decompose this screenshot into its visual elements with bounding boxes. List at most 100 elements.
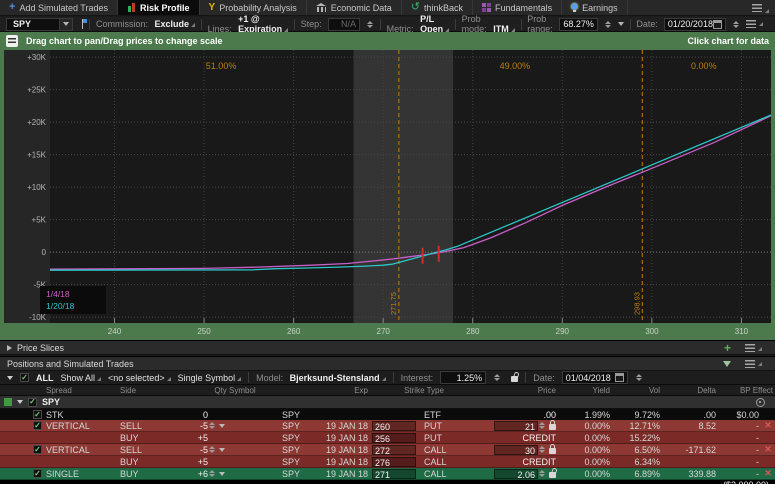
col-delta[interactable]: Delta <box>662 385 718 395</box>
spread-cell[interactable]: STK <box>44 409 118 420</box>
positions-header[interactable]: Positions and Simulated Trades <box>0 356 775 371</box>
position-row-single[interactable]: ✓ SINGLE BUY +6 SPY 19 JAN 18 271 CALL 2.06 0.00%… <box>0 468 775 480</box>
exp-cell[interactable]: 19 JAN 18 <box>302 420 370 431</box>
qty-caret-icon[interactable] <box>219 471 225 476</box>
prob-range-stepper[interactable] <box>604 20 612 28</box>
prob-range-dropdown-icon[interactable] <box>617 22 624 26</box>
add-slice-icon[interactable]: + <box>724 342 731 354</box>
calendar-icon[interactable] <box>712 19 722 29</box>
symbol-selector[interactable]: SPY <box>6 17 73 31</box>
qty-stepper[interactable] <box>208 470 216 477</box>
menu-icon[interactable] <box>745 359 755 368</box>
col-qty-symbol[interactable]: Qty Symbol <box>168 385 302 395</box>
exp-cell[interactable]: 19 JAN 18 <box>302 432 370 443</box>
type-cell[interactable]: ETF <box>422 409 478 420</box>
spread-cell[interactable]: SINGLE <box>44 468 118 479</box>
qty-cell[interactable]: +5 <box>168 432 240 443</box>
expand-arrow-icon[interactable] <box>7 375 13 380</box>
commission-dropdown[interactable]: Commission: Exclude <box>96 19 196 29</box>
row-checkbox[interactable]: ✓ <box>33 445 42 454</box>
row-checkbox[interactable]: ✓ <box>33 469 42 478</box>
price-cell[interactable]: CREDIT <box>478 456 558 467</box>
strike-cell[interactable]: 260 <box>370 420 422 431</box>
qty-cell[interactable]: +5 <box>168 456 240 467</box>
qty-cell[interactable]: +6 <box>168 468 240 479</box>
spread-cell[interactable]: VERTICAL <box>44 444 118 455</box>
position-row-buy[interactable]: BUY +5 SPY 19 JAN 18 276 CALL CREDIT 0.00% 6.34%… <box>0 456 775 468</box>
lock-open-icon[interactable] <box>511 376 519 382</box>
strike-cell[interactable] <box>370 409 422 420</box>
side-cell[interactable]: SELL <box>118 420 168 431</box>
price-cell[interactable]: .00 <box>478 409 558 420</box>
remove-icon[interactable]: ✕ <box>764 420 772 431</box>
model-dropdown[interactable]: Model: Bjerksund-Stensland <box>256 373 386 383</box>
price-slices-header[interactable]: Price Slices + <box>0 340 775 355</box>
price-stepper[interactable] <box>538 446 546 453</box>
col-exp[interactable]: Exp <box>302 385 370 395</box>
strike-cell[interactable]: 271 <box>370 468 422 479</box>
lines-dropdown[interactable]: Lines: +1 @ Expiration <box>208 14 289 34</box>
group-checkbox[interactable]: ✓ <box>28 397 37 407</box>
qty-cell[interactable]: 0 <box>168 409 240 420</box>
qty-cell[interactable]: -5 <box>168 420 240 431</box>
price-value[interactable]: 21 <box>494 420 538 431</box>
lock-open-icon[interactable] <box>549 472 556 478</box>
qty-caret-icon[interactable] <box>219 447 225 452</box>
price-value[interactable]: 30 <box>494 444 538 455</box>
price-value[interactable]: 2.06 <box>494 468 538 479</box>
step-stepper[interactable] <box>366 20 374 28</box>
row-checkbox[interactable]: ✓ <box>33 421 42 430</box>
select-all-checkbox[interactable]: ✓ <box>20 373 29 382</box>
interest-input[interactable]: 1.25% <box>440 371 487 384</box>
side-cell[interactable]: SELL <box>118 444 168 455</box>
calendar-icon[interactable] <box>614 373 624 382</box>
type-cell[interactable]: PUT <box>422 432 478 443</box>
qty-stepper[interactable] <box>208 422 216 429</box>
row-checkbox[interactable]: ✓ <box>33 410 42 419</box>
interest-stepper[interactable] <box>493 374 501 381</box>
position-row-buy[interactable]: BUY +5 SPY 19 JAN 18 256 PUT CREDIT 0.00% 15.22%… <box>0 432 775 444</box>
remove-cell[interactable]: ✕ <box>761 444 775 455</box>
metric-dropdown[interactable]: Metric: P/L Open <box>387 14 450 34</box>
remove-icon[interactable]: ✕ <box>764 444 772 455</box>
qty-cell[interactable]: -5 <box>168 444 240 455</box>
strike-cell[interactable]: 272 <box>370 444 422 455</box>
price-cell[interactable]: 2.06 <box>478 468 558 479</box>
price-stepper[interactable] <box>538 422 546 429</box>
tab-risk-profile[interactable]: Risk Profile <box>118 0 200 15</box>
tab-economic-data[interactable]: Economic Data <box>307 0 402 15</box>
type-cell[interactable]: CALL <box>422 456 478 467</box>
lock-icon[interactable] <box>549 444 556 454</box>
symbol-mode-dropdown[interactable]: Single Symbol <box>178 373 242 383</box>
price-cell[interactable]: CREDIT <box>478 432 558 443</box>
prob-mode-dropdown[interactable]: Prob mode: ITM <box>462 14 515 34</box>
price-cell[interactable]: 30 <box>478 444 558 455</box>
date-input[interactable]: 01/20/2018 <box>663 17 726 31</box>
type-cell[interactable]: CALL <box>422 444 478 455</box>
menu-icon[interactable] <box>746 20 756 28</box>
tab-probability-analysis[interactable]: Y Probability Analysis <box>200 0 307 15</box>
tab-earnings[interactable]: Earnings <box>562 0 628 15</box>
exp-cell[interactable] <box>302 409 370 420</box>
remove-cell[interactable]: ✕ <box>761 420 775 431</box>
spread-cell[interactable]: VERTICAL <box>44 420 118 431</box>
col-bp-effect[interactable]: BP Effect <box>718 385 775 395</box>
lock-icon[interactable] <box>549 420 556 430</box>
col-price[interactable]: Price <box>478 385 558 395</box>
positions-date-input[interactable]: 01/04/2018 <box>561 371 628 384</box>
strike-cell[interactable]: 276 <box>370 456 422 467</box>
col-side[interactable]: Side <box>118 385 168 395</box>
price-stepper[interactable] <box>538 470 546 477</box>
position-row-stk[interactable]: ✓ STK 0 SPY ETF .00 1.99% 9.72% .00 $0.00 <box>0 409 775 420</box>
positions-date-stepper[interactable] <box>635 374 643 381</box>
date-stepper[interactable] <box>732 20 740 28</box>
menu-icon[interactable] <box>745 343 755 352</box>
tab-thinkback[interactable]: ↺ thinkBack <box>402 0 474 15</box>
symbol-flag-icon[interactable] <box>79 19 88 29</box>
chart-settings-icon[interactable] <box>6 35 18 47</box>
selection-dropdown[interactable]: <no selected> <box>108 373 171 383</box>
group-filter-dropdown[interactable]: Show All <box>61 373 102 383</box>
symbol-group-row[interactable]: ✓ SPY <box>0 396 775 409</box>
col-spread[interactable]: Spread <box>44 385 118 395</box>
price-cell[interactable]: 21 <box>478 420 558 431</box>
